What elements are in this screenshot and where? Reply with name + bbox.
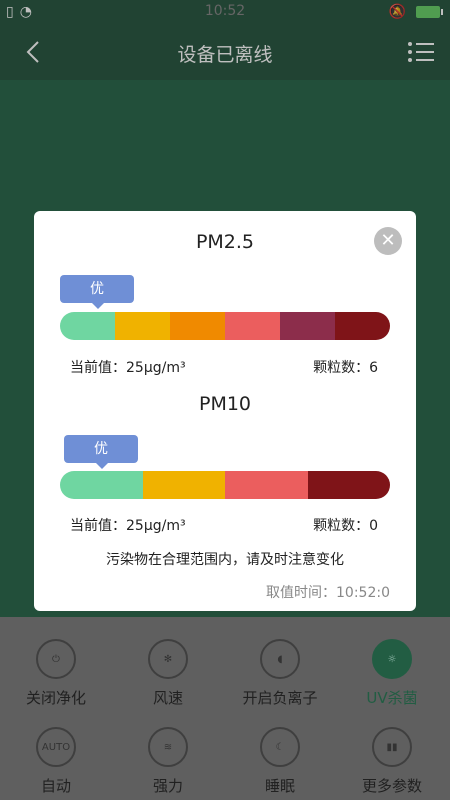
pm10-scale-seg: [60, 471, 143, 499]
pm10-current: 当前值：25μg/m³: [70, 515, 186, 535]
close-button[interactable]: ✕: [374, 227, 402, 255]
pm25-scale-bar: [60, 312, 390, 340]
pm25-count-value: 6: [369, 360, 378, 376]
pm25-scale-seg: [225, 312, 280, 340]
pm25-current-value: 25μg/m³: [126, 360, 186, 376]
sample-time: 取值时间：10:52:0: [266, 585, 390, 601]
pm10-level-badge: 优: [64, 435, 138, 469]
pm10-count: 颗粒数：0: [313, 515, 378, 535]
pm10-current-label: 当前值：: [70, 518, 126, 534]
advice-text: 污染物在合理范围内，请及时注意变化: [106, 552, 344, 568]
pm25-scale-seg: [115, 312, 170, 340]
pm25-count-label: 颗粒数：: [313, 360, 370, 376]
pm10-count-label: 颗粒数：: [313, 518, 370, 534]
close-icon: ✕: [380, 230, 396, 251]
pm10-scale-seg: [307, 471, 390, 499]
pm10-count-value: 0: [369, 518, 378, 534]
pm25-scale-seg: [280, 312, 335, 340]
pm10-current-value: 25μg/m³: [126, 518, 186, 534]
pm10-scale-seg: [142, 471, 225, 499]
pm25-current: 当前值：25μg/m³: [70, 357, 186, 377]
pm10-title: PM10: [198, 393, 252, 415]
pm25-level-badge: 优: [60, 275, 134, 309]
pm25-scale-seg: [60, 312, 115, 340]
pm25-scale-seg: [335, 312, 390, 340]
pm10-scale-seg: [225, 471, 308, 499]
air-quality-modal: PM2.5 ✕ 优 当前值：25μg/m³ 颗粒数：6 PM10 优 当前值：2…: [34, 211, 416, 611]
pm25-current-label: 当前值：: [70, 360, 126, 376]
pm25-scale-seg: [170, 312, 225, 340]
pm10-scale-bar: [60, 471, 390, 499]
pm25-title: PM2.5: [195, 231, 255, 253]
pm25-count: 颗粒数：6: [313, 357, 378, 377]
